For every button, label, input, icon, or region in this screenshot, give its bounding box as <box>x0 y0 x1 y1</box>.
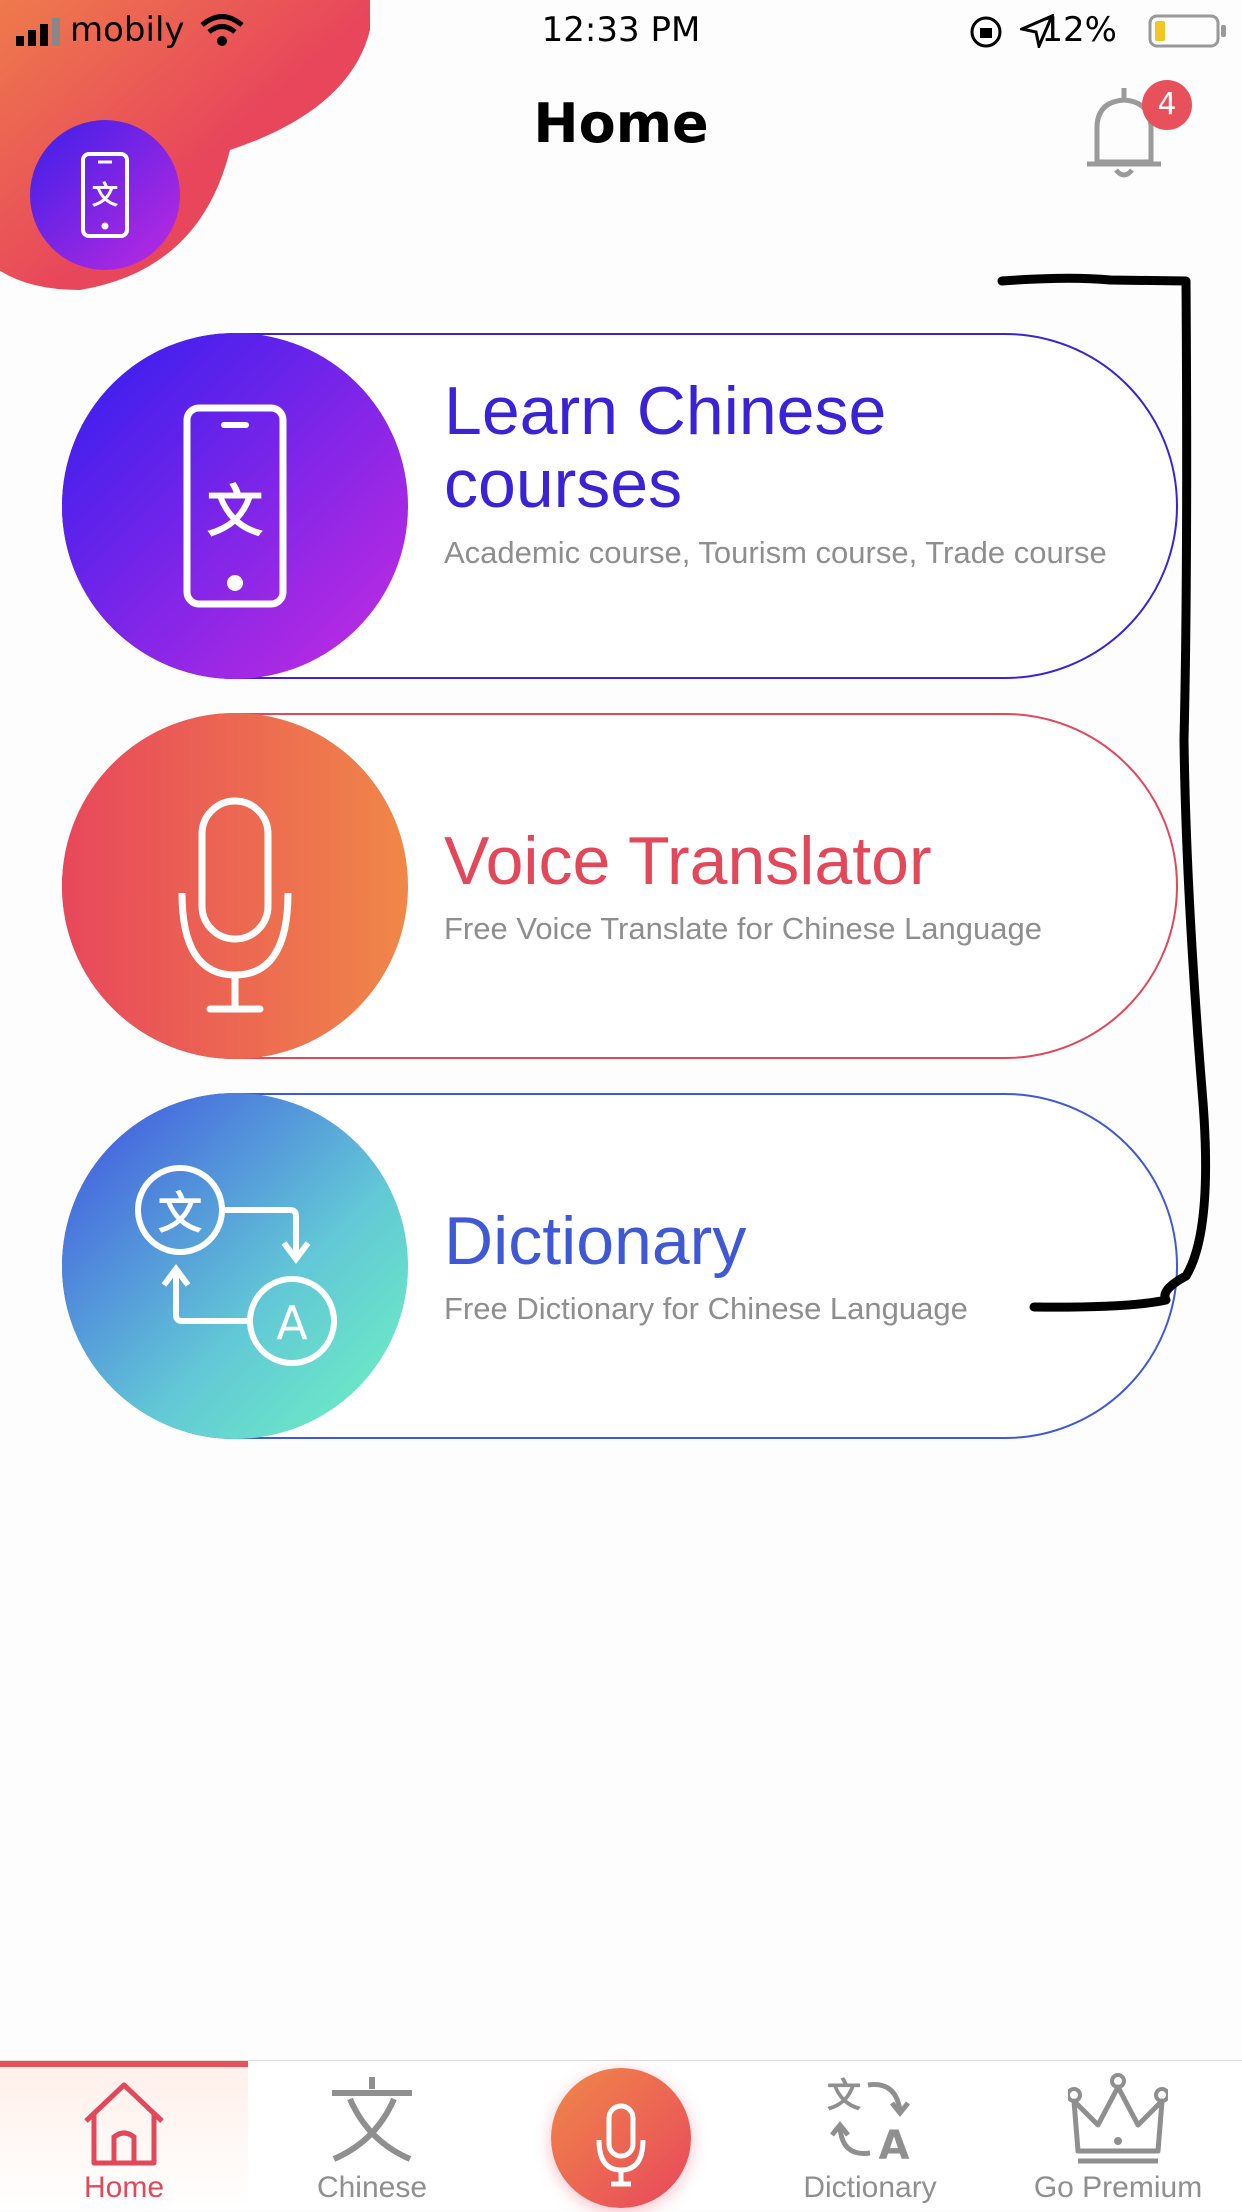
svg-text:文: 文 <box>207 480 263 545</box>
crown-icon <box>1068 2073 1168 2164</box>
tab-dictionary[interactable]: 文 A Dictionary <box>746 2061 994 2209</box>
notification-badge: 4 <box>1142 80 1192 130</box>
svg-text:A: A <box>879 2123 910 2167</box>
microphone-icon <box>178 797 292 1013</box>
voice-fab-button[interactable] <box>551 2068 691 2208</box>
translate-icon: 文 A <box>135 1165 337 1366</box>
phone-translate-icon: 文 <box>183 404 287 608</box>
tab-label: Go Premium <box>1033 2171 1203 2204</box>
svg-text:文: 文 <box>92 180 119 211</box>
tab-label: Home <box>83 2171 165 2204</box>
translate-icon: 文 A <box>827 2076 910 2167</box>
svg-text:文: 文 <box>827 2076 861 2116</box>
microphone-icon <box>596 2103 646 2187</box>
tab-home[interactable]: Home <box>0 2061 248 2209</box>
tab-label: Chinese <box>316 2171 428 2204</box>
page-title: Home <box>533 92 709 155</box>
battery-icon <box>1148 14 1226 48</box>
svg-text:A: A <box>276 1296 308 1350</box>
tab-label: Dictionary <box>803 2171 937 2204</box>
battery-percent: 12% <box>1041 10 1117 50</box>
dictionary-icon-circle: 文 A <box>62 1093 408 1439</box>
voice-translator-icon-circle <box>62 713 408 1059</box>
annotation-bracket <box>997 273 1211 1312</box>
learn-chinese-icon-circle: 文 <box>62 333 408 679</box>
tab-chinese[interactable]: Chinese <box>248 2061 496 2209</box>
svg-text:文: 文 <box>158 1188 202 1239</box>
rotation-lock-icon <box>970 16 1002 48</box>
home-icon <box>84 2082 164 2166</box>
tab-go-premium[interactable]: Go Premium <box>994 2061 1242 2209</box>
chinese-character-icon <box>332 2077 412 2162</box>
status-bar: mobily 12:33 PM 12% <box>0 0 1242 60</box>
